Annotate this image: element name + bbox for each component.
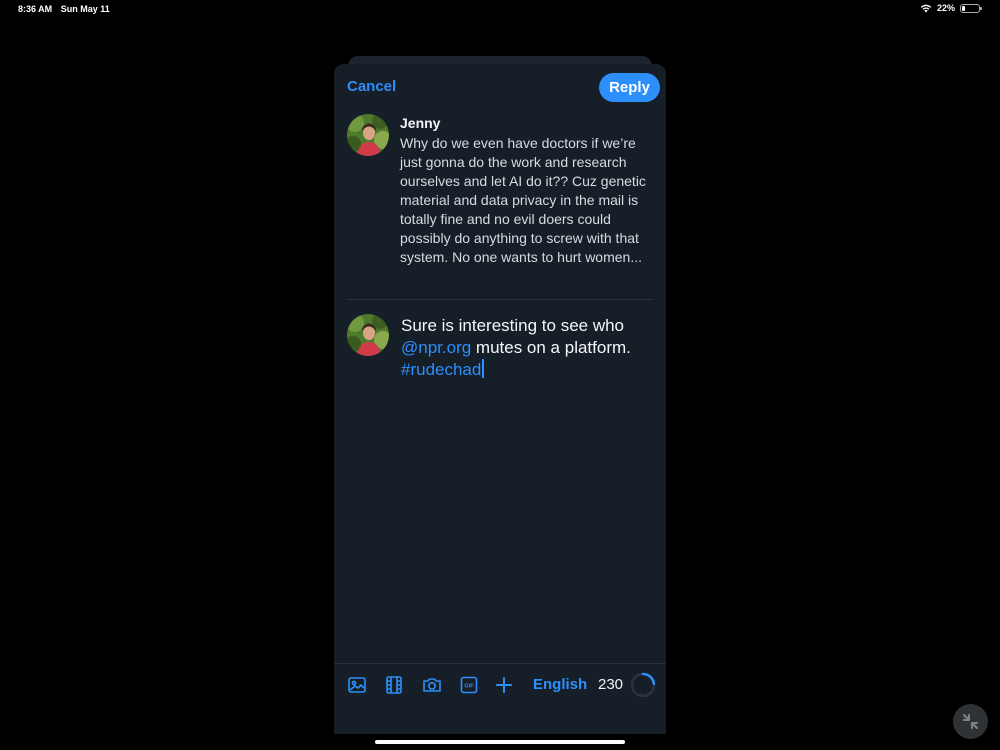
minimize-button[interactable] (953, 704, 988, 739)
home-indicator[interactable] (375, 740, 625, 744)
my-avatar (347, 314, 389, 356)
reply-composer-sheet: Cancel Reply Jenny Why do we even have d… (334, 64, 666, 734)
compose-text-input[interactable]: Sure is interesting to see who @npr.org … (401, 315, 659, 381)
composer-toolbar: GIF English 230 (334, 663, 666, 708)
status-time: 8:36 AM (18, 4, 53, 14)
parent-author-name: Jenny (400, 115, 441, 131)
parent-author-avatar[interactable] (347, 114, 389, 156)
gif-icon[interactable]: GIF (459, 675, 479, 695)
battery-icon (960, 3, 982, 13)
character-count: 230 (598, 676, 624, 693)
mention-link[interactable]: @npr.org (401, 338, 471, 357)
cancel-button[interactable]: Cancel (347, 78, 396, 95)
collapse-arrows-icon (963, 714, 978, 729)
status-date: Sun May 11 (60, 4, 110, 14)
parent-post-text: Why do we even have doctors if we’re jus… (400, 135, 646, 265)
video-icon[interactable] (384, 675, 404, 695)
hashtag-link[interactable]: #rudechad (401, 360, 481, 379)
compose-text-start: Sure is interesting to see who (401, 316, 625, 335)
wifi-icon (920, 4, 932, 13)
status-left: 8:36 AM Sun May 11 (18, 4, 116, 14)
text-cursor (482, 359, 485, 378)
reply-button[interactable]: Reply (599, 73, 660, 102)
status-bar: 8:36 AM Sun May 11 22% (0, 0, 1000, 18)
image-icon[interactable] (347, 675, 367, 695)
divider (347, 299, 653, 300)
status-right: 22% (920, 3, 982, 13)
language-selector[interactable]: English (533, 676, 587, 693)
character-progress-ring (630, 672, 656, 698)
camera-icon[interactable] (422, 675, 442, 695)
battery-percent: 22% (936, 3, 955, 13)
svg-text:GIF: GIF (464, 684, 474, 690)
compose-text-middle: mutes on a platform. (471, 338, 631, 357)
plus-icon[interactable] (494, 675, 514, 695)
